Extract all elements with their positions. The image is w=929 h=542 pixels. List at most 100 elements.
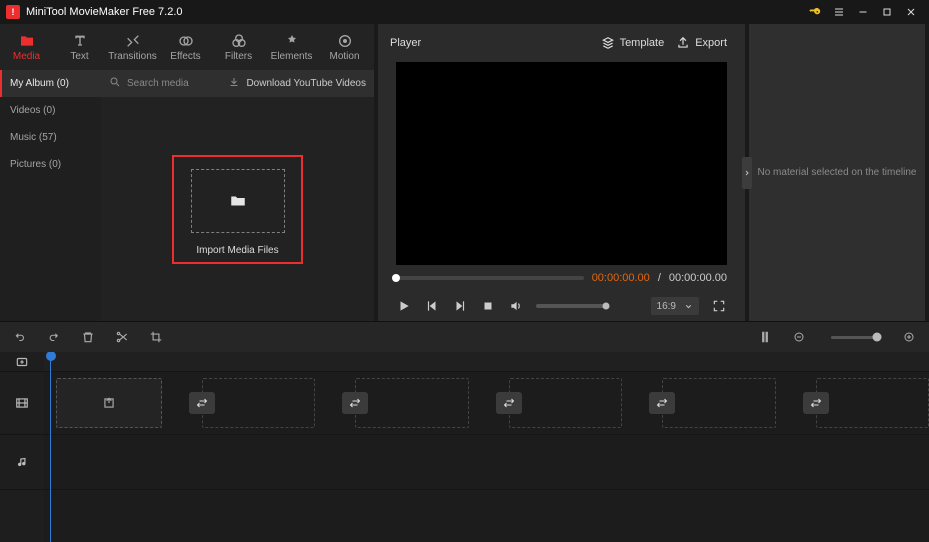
video-slot[interactable] xyxy=(509,378,622,428)
media-panel: Media Text Transitions Effects Filters xyxy=(0,24,374,321)
time-sep: / xyxy=(658,272,661,284)
category-column: My Album (0) Videos (0) Music (57) Pictu… xyxy=(0,70,101,321)
add-track-button[interactable] xyxy=(0,352,44,372)
template-button[interactable]: Template xyxy=(595,32,671,54)
tab-label: Filters xyxy=(225,51,252,62)
transition-chip[interactable] xyxy=(496,392,522,414)
time-ruler[interactable] xyxy=(44,352,929,372)
preview-viewport[interactable] xyxy=(396,62,727,265)
app-title: MiniTool MovieMaker Free 7.2.0 xyxy=(26,6,183,18)
audio-track[interactable] xyxy=(44,435,929,490)
inspector-panel: No material selected on the timeline xyxy=(749,24,925,321)
transition-chip[interactable] xyxy=(342,392,368,414)
media-body: My Album (0) Videos (0) Music (57) Pictu… xyxy=(0,70,374,321)
maximize-button[interactable] xyxy=(875,1,899,23)
media-icon xyxy=(18,33,36,49)
import-dropzone[interactable] xyxy=(191,169,285,233)
category-pictures[interactable]: Pictures (0) xyxy=(0,151,101,178)
close-button[interactable] xyxy=(899,1,923,23)
tab-filters[interactable]: Filters xyxy=(212,24,265,70)
elements-icon xyxy=(283,33,301,49)
volume-button[interactable] xyxy=(508,298,524,314)
export-button[interactable]: Export xyxy=(670,32,733,54)
volume-slider[interactable] xyxy=(536,304,606,308)
chevron-down-icon xyxy=(684,302,693,311)
minimize-button[interactable] xyxy=(851,1,875,23)
download-icon xyxy=(228,76,240,91)
download-youtube-button[interactable]: Download YouTube Videos xyxy=(246,78,366,89)
crop-button[interactable] xyxy=(148,329,164,345)
tab-transitions[interactable]: Transitions xyxy=(106,24,159,70)
split-button[interactable] xyxy=(114,329,130,345)
video-track-label[interactable] xyxy=(0,372,44,435)
redo-button[interactable] xyxy=(46,329,62,345)
video-track[interactable] xyxy=(44,372,929,435)
video-slot[interactable] xyxy=(202,378,315,428)
next-frame-button[interactable] xyxy=(452,298,468,314)
upgrade-key-icon[interactable] xyxy=(803,1,827,23)
tab-text[interactable]: Text xyxy=(53,24,106,70)
inspector-collapse-handle[interactable] xyxy=(742,157,752,189)
category-music[interactable]: Music (57) xyxy=(0,124,101,151)
fullscreen-button[interactable] xyxy=(711,298,727,314)
transition-chip[interactable] xyxy=(189,392,215,414)
video-slot[interactable] xyxy=(816,378,929,428)
tab-motion[interactable]: Motion xyxy=(318,24,371,70)
title-bar: ! MiniTool MovieMaker Free 7.2.0 xyxy=(0,0,929,24)
video-slot[interactable] xyxy=(662,378,775,428)
tab-label: Motion xyxy=(329,51,359,62)
folder-icon xyxy=(227,192,249,210)
seek-row: 00:00:00.00 / 00:00:00.00 xyxy=(378,265,745,291)
timeline-toolbar xyxy=(0,322,929,352)
tab-label: Elements xyxy=(271,51,313,62)
transitions-icon xyxy=(124,33,142,49)
tab-label: Media xyxy=(13,51,40,62)
zoom-slider[interactable] xyxy=(831,336,877,339)
transition-chip[interactable] xyxy=(803,392,829,414)
import-label: Import Media Files xyxy=(196,245,278,256)
prev-frame-button[interactable] xyxy=(424,298,440,314)
undo-button[interactable] xyxy=(12,329,28,345)
time-total: 00:00:00.00 xyxy=(669,272,727,284)
import-area: Import Media Files xyxy=(101,97,374,321)
seek-slider[interactable] xyxy=(396,276,584,280)
player-title: Player xyxy=(390,37,421,49)
import-media-button[interactable]: Import Media Files xyxy=(172,155,303,264)
video-slot-main[interactable] xyxy=(56,378,162,428)
aspect-ratio-select[interactable]: 16:9 xyxy=(651,297,699,315)
delete-button[interactable] xyxy=(80,329,96,345)
stop-button[interactable] xyxy=(480,298,496,314)
upper-region: Media Text Transitions Effects Filters xyxy=(0,24,929,321)
video-slot[interactable] xyxy=(355,378,468,428)
menu-icon[interactable] xyxy=(827,1,851,23)
tab-label: Transitions xyxy=(108,51,157,62)
tab-effects[interactable]: Effects xyxy=(159,24,212,70)
player-panel: Player Template Export 00:00:00.00 / 00:… xyxy=(378,24,745,321)
app-logo-icon: ! xyxy=(6,5,20,19)
effects-icon xyxy=(177,33,195,49)
timeline-adjust-icon[interactable] xyxy=(757,329,773,345)
category-videos[interactable]: Videos (0) xyxy=(0,97,101,124)
filters-icon xyxy=(230,33,248,49)
track-labels xyxy=(0,352,44,542)
export-icon xyxy=(676,36,690,50)
zoom-in-button[interactable] xyxy=(901,329,917,345)
audio-track-label[interactable] xyxy=(0,435,44,490)
tab-label: Text xyxy=(70,51,88,62)
tool-tabs: Media Text Transitions Effects Filters xyxy=(0,24,374,70)
search-input[interactable]: Search media xyxy=(127,78,189,89)
zoom-out-button[interactable] xyxy=(791,329,807,345)
tab-media[interactable]: Media xyxy=(0,24,53,70)
inspector-placeholder: No material selected on the timeline xyxy=(758,167,917,178)
motion-icon xyxy=(336,33,354,49)
tracks[interactable] xyxy=(44,352,929,542)
tab-elements[interactable]: Elements xyxy=(265,24,318,70)
time-current: 00:00:00.00 xyxy=(592,272,650,284)
playhead[interactable] xyxy=(50,352,51,542)
play-button[interactable] xyxy=(396,298,412,314)
transition-chip[interactable] xyxy=(649,392,675,414)
media-center: Search media Download YouTube Videos Imp… xyxy=(101,70,374,321)
category-my-album[interactable]: My Album (0) xyxy=(0,70,101,97)
template-icon xyxy=(601,36,615,50)
tab-label: Effects xyxy=(170,51,200,62)
